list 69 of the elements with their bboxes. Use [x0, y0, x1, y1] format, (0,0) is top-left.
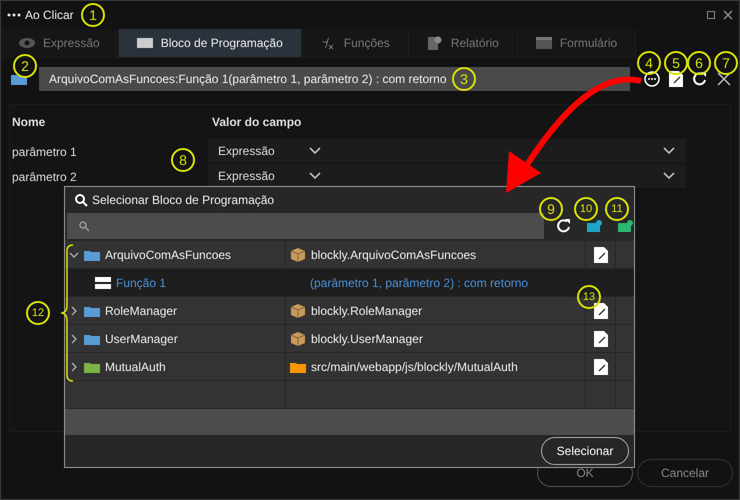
tree-row[interactable]: ArquivoComAsFuncoes blockly.ArquivoComAsFuncoes [65, 241, 634, 270]
close-icon[interactable] [723, 10, 733, 20]
add-block-icon [618, 220, 634, 233]
chevron-right-icon[interactable] [69, 362, 79, 372]
function-block-icon [95, 276, 111, 290]
form-icon [536, 36, 552, 50]
chevron-down-icon[interactable] [69, 250, 79, 260]
tab[interactable]: Funções [302, 29, 409, 57]
block-name: RoleManager [105, 304, 178, 318]
edit-icon[interactable] [594, 302, 608, 319]
block-name: UserManager [105, 332, 178, 346]
callout-number: 6 [687, 51, 711, 75]
refresh-icon[interactable] [692, 71, 708, 87]
parameter-name: parâmetro 1 [12, 144, 78, 158]
callout-number: 10 [574, 197, 598, 221]
close-icon[interactable] [717, 72, 731, 86]
package-icon [290, 302, 306, 319]
callout-number: 11 [605, 197, 629, 221]
value-select[interactable]: Expressão [208, 139, 686, 164]
add-block-icon [587, 220, 603, 233]
block-location: blockly.UserManager [311, 332, 423, 346]
block-name: ArquivoComAsFuncoes [105, 248, 232, 262]
function-signature: (parâmetro 1, parâmetro 2) : com retorno [310, 276, 528, 290]
edit-icon[interactable] [594, 358, 608, 375]
block-location: blockly.RoleManager [311, 304, 422, 318]
package-icon [290, 330, 306, 347]
search-field[interactable] [67, 213, 544, 240]
tree-row[interactable]: UserManager blockly.UserManager [65, 325, 634, 354]
chevron-right-icon[interactable] [69, 306, 79, 316]
callout-number: 12 [26, 301, 50, 325]
eye-icon [19, 36, 35, 50]
callout-number: 3 [452, 67, 476, 91]
maximize-icon[interactable] [707, 11, 715, 19]
edit-icon[interactable] [594, 246, 608, 263]
folder-icon [11, 72, 27, 86]
callout-number: 1 [81, 3, 105, 27]
parameter-name: parâmetro 2 [12, 170, 78, 184]
tab[interactable]: Bloco de Programação [118, 29, 302, 57]
search-icon [79, 220, 90, 232]
cancel-button[interactable]: Cancelar [637, 459, 733, 487]
callout-number: 13 [577, 285, 601, 309]
callout-number: 9 [539, 197, 563, 221]
refresh-icon[interactable] [556, 218, 572, 234]
callout-number: 8 [171, 148, 195, 172]
edit-icon[interactable] [594, 330, 608, 347]
function-name: Função 1 [116, 276, 166, 290]
dialog-title: Selecionar Bloco de Programação [92, 193, 274, 208]
callout-number: 2 [13, 54, 37, 78]
tab[interactable]: Expressão [1, 29, 119, 57]
block-icon [136, 36, 153, 50]
block-location: blockly.ArquivoComAsFuncoes [311, 248, 476, 262]
window-title: Ao Clicar [25, 8, 74, 22]
block-location: src/main/webapp/js/blockly/MutualAuth [311, 360, 518, 374]
tab[interactable]: Formulário [518, 29, 636, 57]
tree-row[interactable]: MutualAuth src/main/webapp/js/blockly/MutualAuth [65, 353, 634, 382]
callout-number: 5 [664, 51, 688, 75]
tab[interactable]: Relatório [408, 29, 518, 57]
select-button[interactable]: Selecionar [541, 437, 629, 466]
report-icon [426, 36, 443, 50]
chevron-right-icon[interactable] [69, 334, 79, 344]
search-icon [75, 194, 88, 207]
column-header: Nome [12, 115, 46, 129]
callout-number: 4 [637, 51, 661, 75]
callout-number: 7 [714, 51, 738, 75]
block-name: MutualAuth [105, 360, 166, 374]
more-icon [7, 12, 21, 18]
column-header: Valor do campo [212, 115, 302, 129]
package-icon [290, 246, 306, 263]
more-icon[interactable] [644, 71, 660, 87]
